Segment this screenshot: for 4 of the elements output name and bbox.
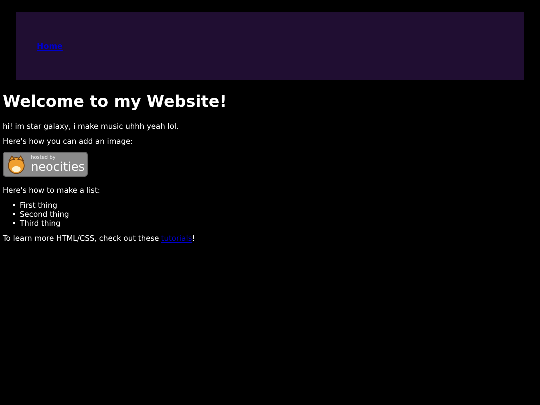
cat-icon — [6, 154, 28, 176]
page-heading: Welcome to my Website! — [3, 93, 228, 111]
home-link[interactable]: Home — [37, 42, 63, 50]
badge-title: neocities — [31, 161, 85, 173]
